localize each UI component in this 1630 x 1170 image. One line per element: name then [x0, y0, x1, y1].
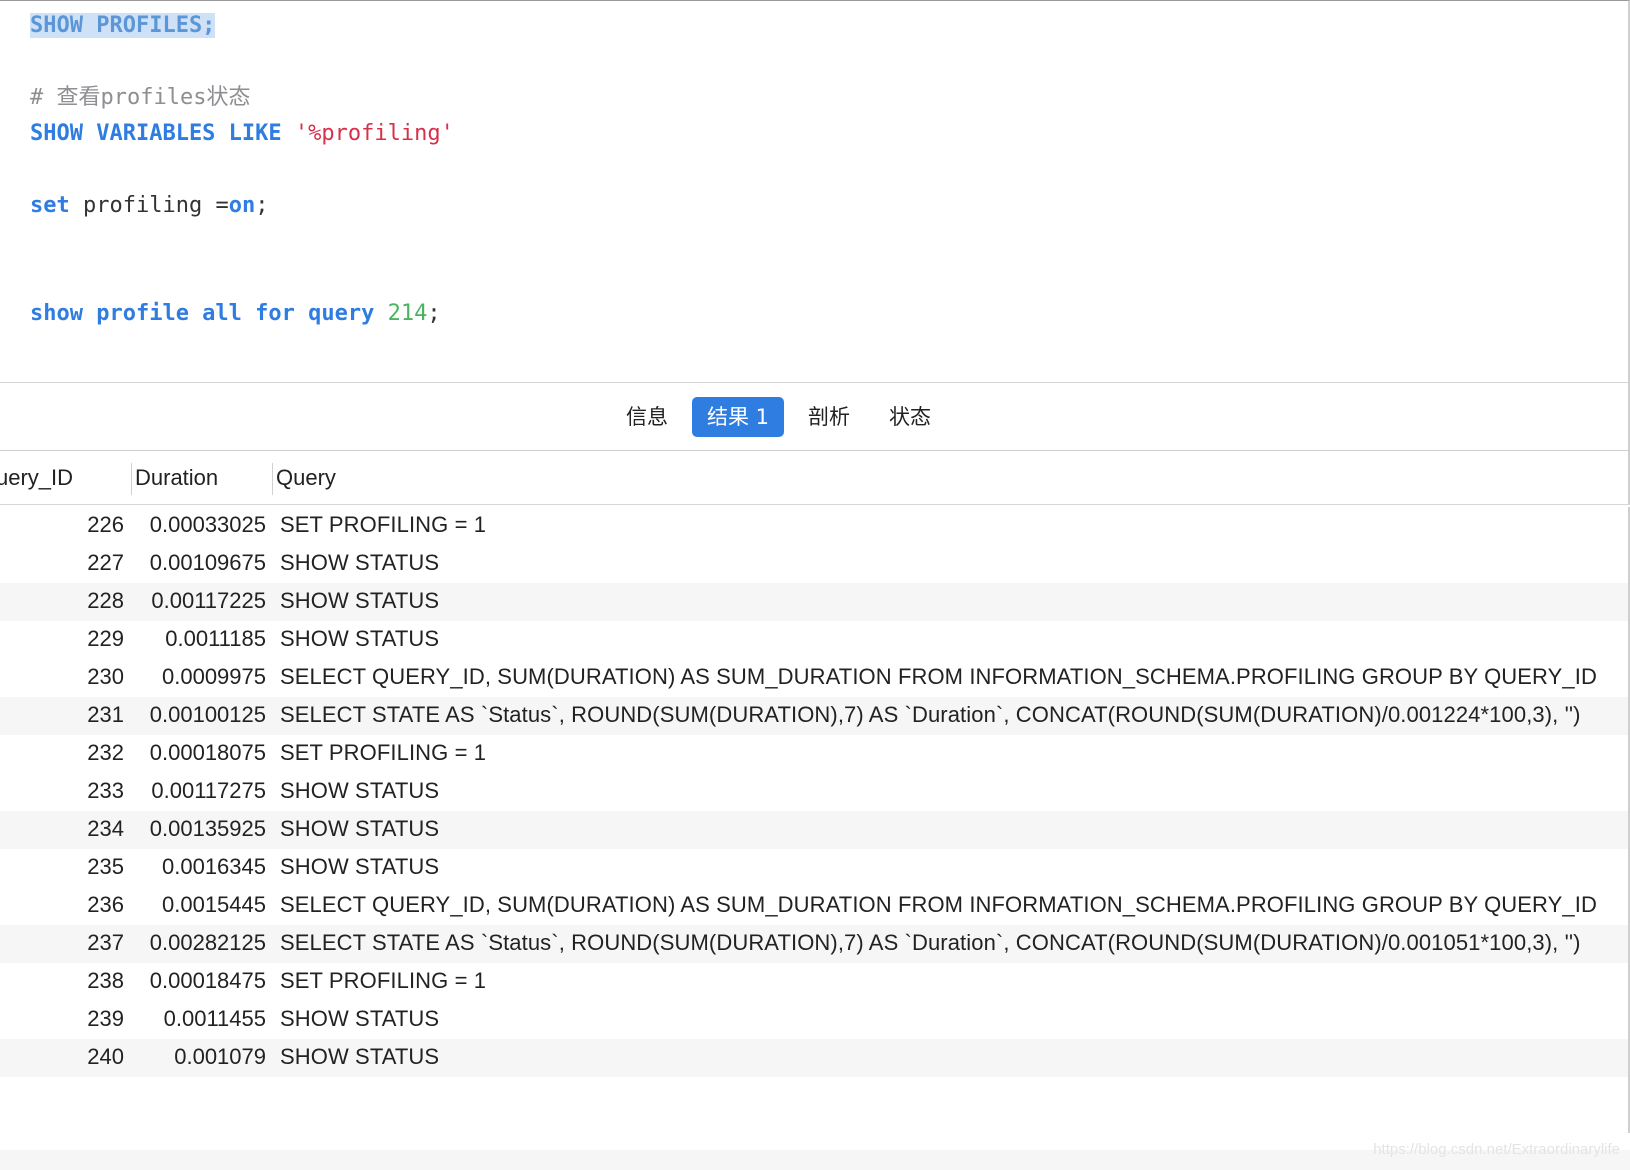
cell-query[interactable]: SELECT QUERY_ID, SUM(DURATION) AS SUM_DU…: [280, 664, 1597, 690]
code-line-1[interactable]: SHOW PROFILES;: [30, 11, 216, 41]
table-row[interactable]: 234 0.00135925 SHOW STATUS: [0, 811, 1628, 849]
cell-query[interactable]: SET PROFILING = 1: [280, 968, 486, 994]
cell-query[interactable]: SELECT QUERY_ID, SUM(DURATION) AS SUM_DU…: [280, 892, 1597, 918]
sql-editor[interactable]: SHOW PROFILES; # 查看profiles状态 SHOW VARIA…: [0, 0, 1630, 382]
column-divider[interactable]: [131, 463, 132, 495]
tab-profile[interactable]: 剖析: [796, 397, 862, 437]
table-row[interactable]: 238 0.00018475 SET PROFILING = 1: [0, 963, 1628, 1001]
table-header: uery_ID Duration Query: [0, 451, 1630, 505]
column-header-query[interactable]: Query: [276, 465, 336, 491]
cell-query[interactable]: SELECT STATE AS `Status`, ROUND(SUM(DURA…: [280, 930, 1581, 956]
cell-query-id[interactable]: 229: [0, 626, 124, 652]
cell-query-id[interactable]: 239: [0, 1006, 124, 1032]
keyword: set: [30, 193, 70, 218]
cell-query[interactable]: SHOW STATUS: [280, 816, 439, 842]
cell-query-id[interactable]: 234: [0, 816, 124, 842]
cell-duration[interactable]: 0.00100125: [128, 702, 266, 728]
code-line-4[interactable]: show profile all for query 214;: [30, 299, 441, 329]
cell-duration[interactable]: 0.0011185: [128, 626, 266, 652]
cell-duration[interactable]: 0.00117275: [128, 778, 266, 804]
table-row[interactable]: 233 0.00117275 SHOW STATUS: [0, 773, 1628, 811]
cell-query-id[interactable]: 227: [0, 550, 124, 576]
cell-query-id[interactable]: 231: [0, 702, 124, 728]
cell-duration[interactable]: 0.0015445: [128, 892, 266, 918]
table-row[interactable]: 232 0.00018075 SET PROFILING = 1: [0, 735, 1628, 773]
semicolon: ;: [427, 301, 441, 326]
cell-duration[interactable]: 0.0011455: [128, 1006, 266, 1032]
cell-query-id[interactable]: 226: [0, 512, 124, 538]
cell-query-id[interactable]: 236: [0, 892, 124, 918]
cell-query-id[interactable]: 232: [0, 740, 124, 766]
identifier: profiling =: [83, 193, 229, 218]
tab-status[interactable]: 状态: [877, 397, 943, 437]
cell-duration[interactable]: 0.0016345: [128, 854, 266, 880]
cell-duration[interactable]: 0.00033025: [128, 512, 266, 538]
cell-query-id[interactable]: 230: [0, 664, 124, 690]
cell-query[interactable]: SHOW STATUS: [280, 1044, 439, 1070]
table-row[interactable]: 227 0.00109675 SHOW STATUS: [0, 545, 1628, 583]
cell-duration[interactable]: 0.001079: [128, 1044, 266, 1070]
cell-query[interactable]: SET PROFILING = 1: [280, 512, 486, 538]
table-row[interactable]: 235 0.0016345 SHOW STATUS: [0, 849, 1628, 887]
cell-query-id[interactable]: 240: [0, 1044, 124, 1070]
table-row[interactable]: 231 0.00100125 SELECT STATE AS `Status`, R…: [0, 697, 1628, 735]
cell-query[interactable]: SHOW STATUS: [280, 588, 439, 614]
keyword: SHOW VARIABLES LIKE: [30, 121, 282, 146]
cell-duration[interactable]: 0.00018475: [128, 968, 266, 994]
cell-query[interactable]: SET PROFILING = 1: [280, 740, 486, 766]
table-row[interactable]: 228 0.00117225 SHOW STATUS: [0, 583, 1628, 621]
cell-duration[interactable]: 0.00109675: [128, 550, 266, 576]
table-row[interactable]: 237 0.00282125 SELECT STATE AS `Status`, R…: [0, 925, 1628, 963]
column-header-query-id[interactable]: uery_ID: [0, 465, 73, 491]
table-row[interactable]: 226 0.00033025 SET PROFILING = 1: [0, 507, 1628, 545]
cell-query[interactable]: SHOW STATUS: [280, 1006, 439, 1032]
string-literal: '%profiling': [294, 121, 454, 146]
cell-query[interactable]: SHOW STATUS: [280, 854, 439, 880]
tab-info[interactable]: 信息: [614, 397, 680, 437]
table-row[interactable]: 236 0.0015445 SELECT QUERY_ID, SUM(DURATIO…: [0, 887, 1628, 925]
result-grid[interactable]: 226 0.00033025 SET PROFILING = 1 227 0.00109…: [0, 507, 1630, 1133]
result-tab-bar: 信息 结果 1 剖析 状态: [0, 382, 1630, 451]
semicolon: ;: [255, 193, 269, 218]
cell-duration[interactable]: 0.00018075: [128, 740, 266, 766]
keyword: show profile all for query: [30, 301, 375, 326]
table-row[interactable]: 239 0.0011455 SHOW STATUS: [0, 1001, 1628, 1039]
tab-result-1[interactable]: 结果 1: [692, 397, 784, 437]
table-row[interactable]: 229 0.0011185 SHOW STATUS: [0, 621, 1628, 659]
cell-duration[interactable]: 0.00117225: [128, 588, 266, 614]
keyword: on: [228, 193, 256, 218]
cell-duration[interactable]: 0.00282125: [128, 930, 266, 956]
number-literal: 214: [387, 301, 428, 326]
cell-query[interactable]: SHOW STATUS: [280, 550, 439, 576]
cell-query-id[interactable]: 233: [0, 778, 124, 804]
table-row[interactable]: 240 0.001079 SHOW STATUS: [0, 1039, 1628, 1077]
watermark: https://blog.csdn.net/Extraordinarylife: [1373, 1141, 1620, 1158]
column-header-duration[interactable]: Duration: [135, 465, 218, 491]
selected-text: SHOW PROFILES;: [30, 13, 216, 38]
cell-query[interactable]: SHOW STATUS: [280, 626, 439, 652]
cell-query-id[interactable]: 238: [0, 968, 124, 994]
code-comment[interactable]: # 查看profiles状态: [30, 83, 250, 113]
code-line-3[interactable]: set profiling =on;: [30, 191, 268, 221]
cell-duration[interactable]: 0.00135925: [128, 816, 266, 842]
cell-query-id[interactable]: 228: [0, 588, 124, 614]
cell-duration[interactable]: 0.0009975: [128, 664, 266, 690]
cell-query[interactable]: SELECT STATE AS `Status`, ROUND(SUM(DURA…: [280, 702, 1581, 728]
table-row[interactable]: 230 0.0009975 SELECT QUERY_ID, SUM(DURATIO…: [0, 659, 1628, 697]
cell-query-id[interactable]: 235: [0, 854, 124, 880]
column-divider[interactable]: [272, 463, 273, 495]
cell-query[interactable]: SHOW STATUS: [280, 778, 439, 804]
code-line-2[interactable]: SHOW VARIABLES LIKE '%profiling': [30, 119, 454, 149]
cell-query-id[interactable]: 237: [0, 930, 124, 956]
